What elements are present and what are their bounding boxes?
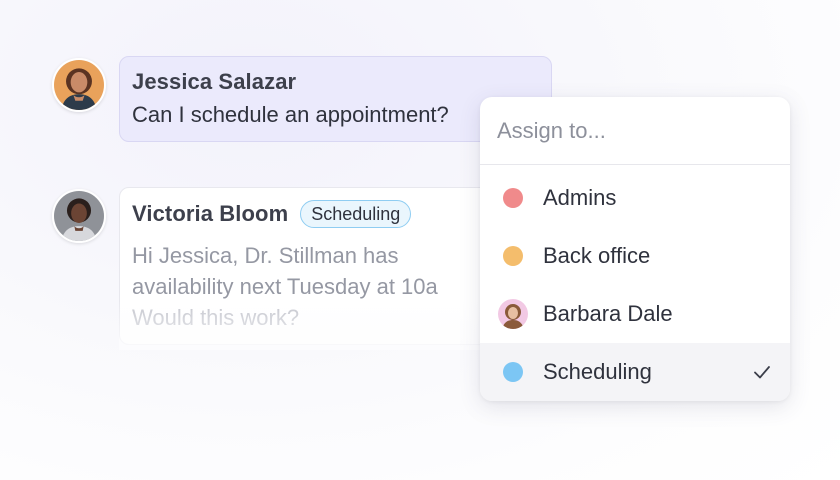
assign-option-scheduling[interactable]: Scheduling bbox=[480, 343, 790, 401]
assign-option-label: Scheduling bbox=[543, 359, 652, 384]
assign-option-barbara-dale[interactable]: Barbara Dale bbox=[480, 285, 790, 343]
color-dot-icon bbox=[503, 188, 523, 208]
message-bubble-victoria: Victoria Bloom Scheduling Hi Jessica, Dr… bbox=[119, 187, 519, 345]
avatar-barbara bbox=[498, 299, 528, 329]
message-line: Hi Jessica, Dr. Stillman has bbox=[132, 243, 399, 268]
message-text: Hi Jessica, Dr. Stillman has availabilit… bbox=[132, 240, 506, 333]
message-text: Can I schedule an appointment? bbox=[132, 102, 449, 127]
message-line: Would this work? bbox=[132, 305, 300, 330]
assign-option-label: Admins bbox=[543, 185, 617, 210]
assign-options-list: Admins Back office Barbara Dale Scheduli… bbox=[480, 165, 790, 401]
assign-dropdown: Admins Back office Barbara Dale Scheduli… bbox=[480, 97, 790, 401]
sender-name: Victoria Bloom bbox=[132, 201, 289, 226]
avatar-victoria bbox=[52, 189, 106, 243]
message-line: availability next Tuesday at 10a bbox=[132, 274, 438, 299]
color-dot-icon bbox=[503, 362, 523, 382]
avatar-jessica bbox=[52, 58, 106, 112]
assign-search-row bbox=[480, 97, 790, 165]
assign-search-input[interactable] bbox=[497, 117, 767, 144]
checkmark-icon bbox=[754, 366, 770, 379]
color-dot-icon bbox=[503, 246, 523, 266]
assign-option-admins[interactable]: Admins bbox=[480, 169, 790, 227]
assign-option-label: Barbara Dale bbox=[543, 301, 673, 326]
assign-option-label: Back office bbox=[543, 243, 651, 268]
sender-name: Jessica Salazar bbox=[132, 69, 297, 94]
assign-option-back-office[interactable]: Back office bbox=[480, 227, 790, 285]
scheduling-tag[interactable]: Scheduling bbox=[300, 200, 412, 228]
